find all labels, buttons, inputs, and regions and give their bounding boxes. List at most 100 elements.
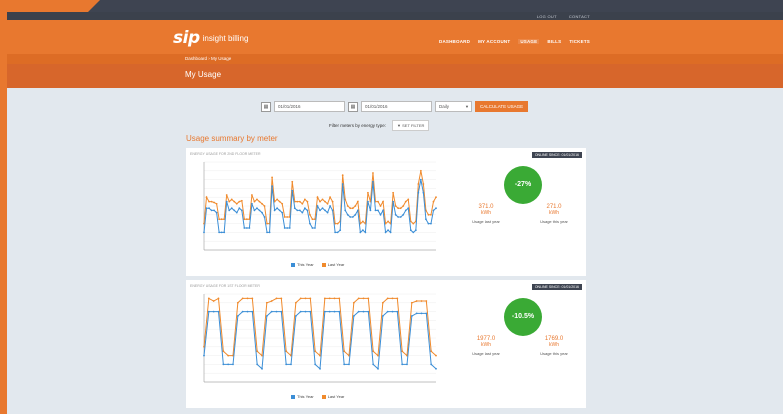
last-year-point	[294, 301, 297, 304]
last-year-point	[410, 301, 413, 304]
this-year-point	[319, 209, 321, 212]
last-year-point	[212, 300, 215, 302]
this-year-point	[386, 310, 389, 313]
last-year-point	[225, 194, 228, 196]
nav-usage[interactable]: USAGE	[518, 39, 540, 44]
nav-my-account[interactable]: MY ACCOUNT	[478, 39, 510, 44]
this-year-point	[334, 231, 337, 234]
this-year-point	[228, 209, 231, 212]
this-year-point	[278, 209, 281, 212]
logout-link[interactable]: LOG OUT	[537, 14, 557, 19]
card-caption: ENERGY USAGE FOR 2ND FLOOR METER	[190, 152, 261, 156]
legend-this-year[interactable]: This Year	[291, 394, 314, 399]
card-tag: ONLINE SINCE: 01/01/2016	[531, 284, 582, 290]
this-year-point	[339, 229, 342, 232]
last-year-point	[227, 354, 230, 357]
last-year-point	[381, 301, 384, 304]
calculate-usage-button[interactable]: CALCULATE USAGE	[475, 101, 529, 112]
last-year-point	[435, 196, 437, 199]
this-year-point	[213, 209, 215, 212]
this-year-point	[261, 211, 263, 214]
usage-line-chart	[203, 161, 437, 251]
last-year-point	[372, 172, 374, 174]
this-year-point	[359, 231, 362, 234]
legend-last-year[interactable]: Last Year	[321, 262, 344, 267]
last-year-point	[301, 202, 304, 205]
this-year-point	[412, 231, 415, 234]
nav-tickets[interactable]: TICKETS	[569, 39, 590, 44]
this-year-label: Usage this year	[540, 351, 568, 356]
this-year-point	[261, 367, 263, 370]
section-title: Usage summary by meter	[186, 134, 278, 143]
logo[interactable]: sip insight billing	[173, 28, 248, 48]
this-year-point	[377, 209, 379, 212]
this-year-point	[248, 227, 251, 229]
last-year-point	[354, 205, 357, 207]
last-year-point	[263, 205, 266, 207]
this-year-point	[396, 310, 399, 313]
last-year-point	[309, 213, 311, 216]
this-year-point	[333, 310, 336, 313]
breadcrumb[interactable]: Dashboard › My Usage	[185, 56, 231, 61]
last-year-point	[275, 297, 278, 300]
last-year-point	[352, 301, 355, 304]
this-year-point	[298, 209, 301, 212]
nav-bills[interactable]: BILLS	[547, 39, 561, 44]
last-year-point	[430, 350, 433, 353]
interval-select[interactable]: Daily	[435, 101, 472, 112]
last-year-point	[276, 198, 279, 201]
last-year-point	[361, 220, 364, 223]
this-year-point	[402, 213, 405, 216]
this-year-point	[288, 227, 291, 229]
contact-link[interactable]: CONTACT	[569, 14, 590, 19]
set-filter-label: SET FILTER	[402, 123, 425, 128]
this-year-point	[303, 207, 306, 210]
last-year-point	[222, 350, 225, 353]
change-badge: -10.5%	[504, 298, 542, 336]
this-year-point	[296, 209, 299, 212]
main-nav: DASHBOARD MY ACCOUNT USAGE BILLS TICKETS	[439, 39, 590, 44]
this-year-point	[409, 229, 412, 232]
card-caption: ENERGY USAGE FOR 1ST FLOOR METER	[190, 284, 260, 288]
this-year-point	[374, 209, 377, 212]
set-filter-button[interactable]: ▼ SET FILTER	[392, 120, 430, 131]
this-year-point	[367, 310, 370, 313]
last-year-point	[346, 205, 349, 207]
this-year-point	[309, 222, 311, 225]
this-year-point	[406, 363, 408, 366]
last-year-point	[217, 297, 220, 300]
legend-last-year[interactable]: Last Year	[321, 394, 344, 399]
nav-dashboard[interactable]: DASHBOARD	[439, 39, 470, 44]
calendar-icon[interactable]: ▦	[261, 101, 271, 112]
last-year-point	[321, 198, 324, 201]
logo-text: insight billing	[202, 33, 249, 43]
last-year-point	[331, 200, 334, 203]
this-year-point	[210, 209, 213, 212]
this-year-point	[351, 216, 354, 218]
this-year-point	[235, 211, 238, 214]
last-year-point	[246, 297, 249, 300]
last-year-point	[256, 198, 258, 201]
this-year-point	[430, 363, 433, 366]
this-year-point	[306, 209, 309, 212]
this-year-point	[253, 209, 256, 212]
this-year-point	[326, 211, 329, 214]
this-year-point	[268, 231, 271, 234]
this-year-point	[283, 227, 286, 229]
end-date-input[interactable]: 01/01/2016	[361, 101, 432, 112]
last-year-point	[323, 297, 326, 300]
last-year-label: Usage last year	[472, 351, 500, 356]
calendar-icon[interactable]: ▦	[348, 101, 358, 112]
this-year-point	[367, 200, 369, 203]
this-year-point	[419, 178, 422, 181]
this-year-point	[352, 315, 355, 317]
this-year-point	[301, 211, 304, 214]
last-year-point	[220, 218, 223, 221]
last-year-point	[286, 216, 289, 218]
this-year-point	[314, 363, 317, 366]
start-date-input[interactable]: 01/01/2016	[274, 101, 345, 112]
this-year-point	[281, 211, 284, 214]
this-year-point	[212, 310, 215, 313]
last-year-point	[432, 200, 435, 203]
legend-this-year[interactable]: This Year	[291, 262, 314, 267]
